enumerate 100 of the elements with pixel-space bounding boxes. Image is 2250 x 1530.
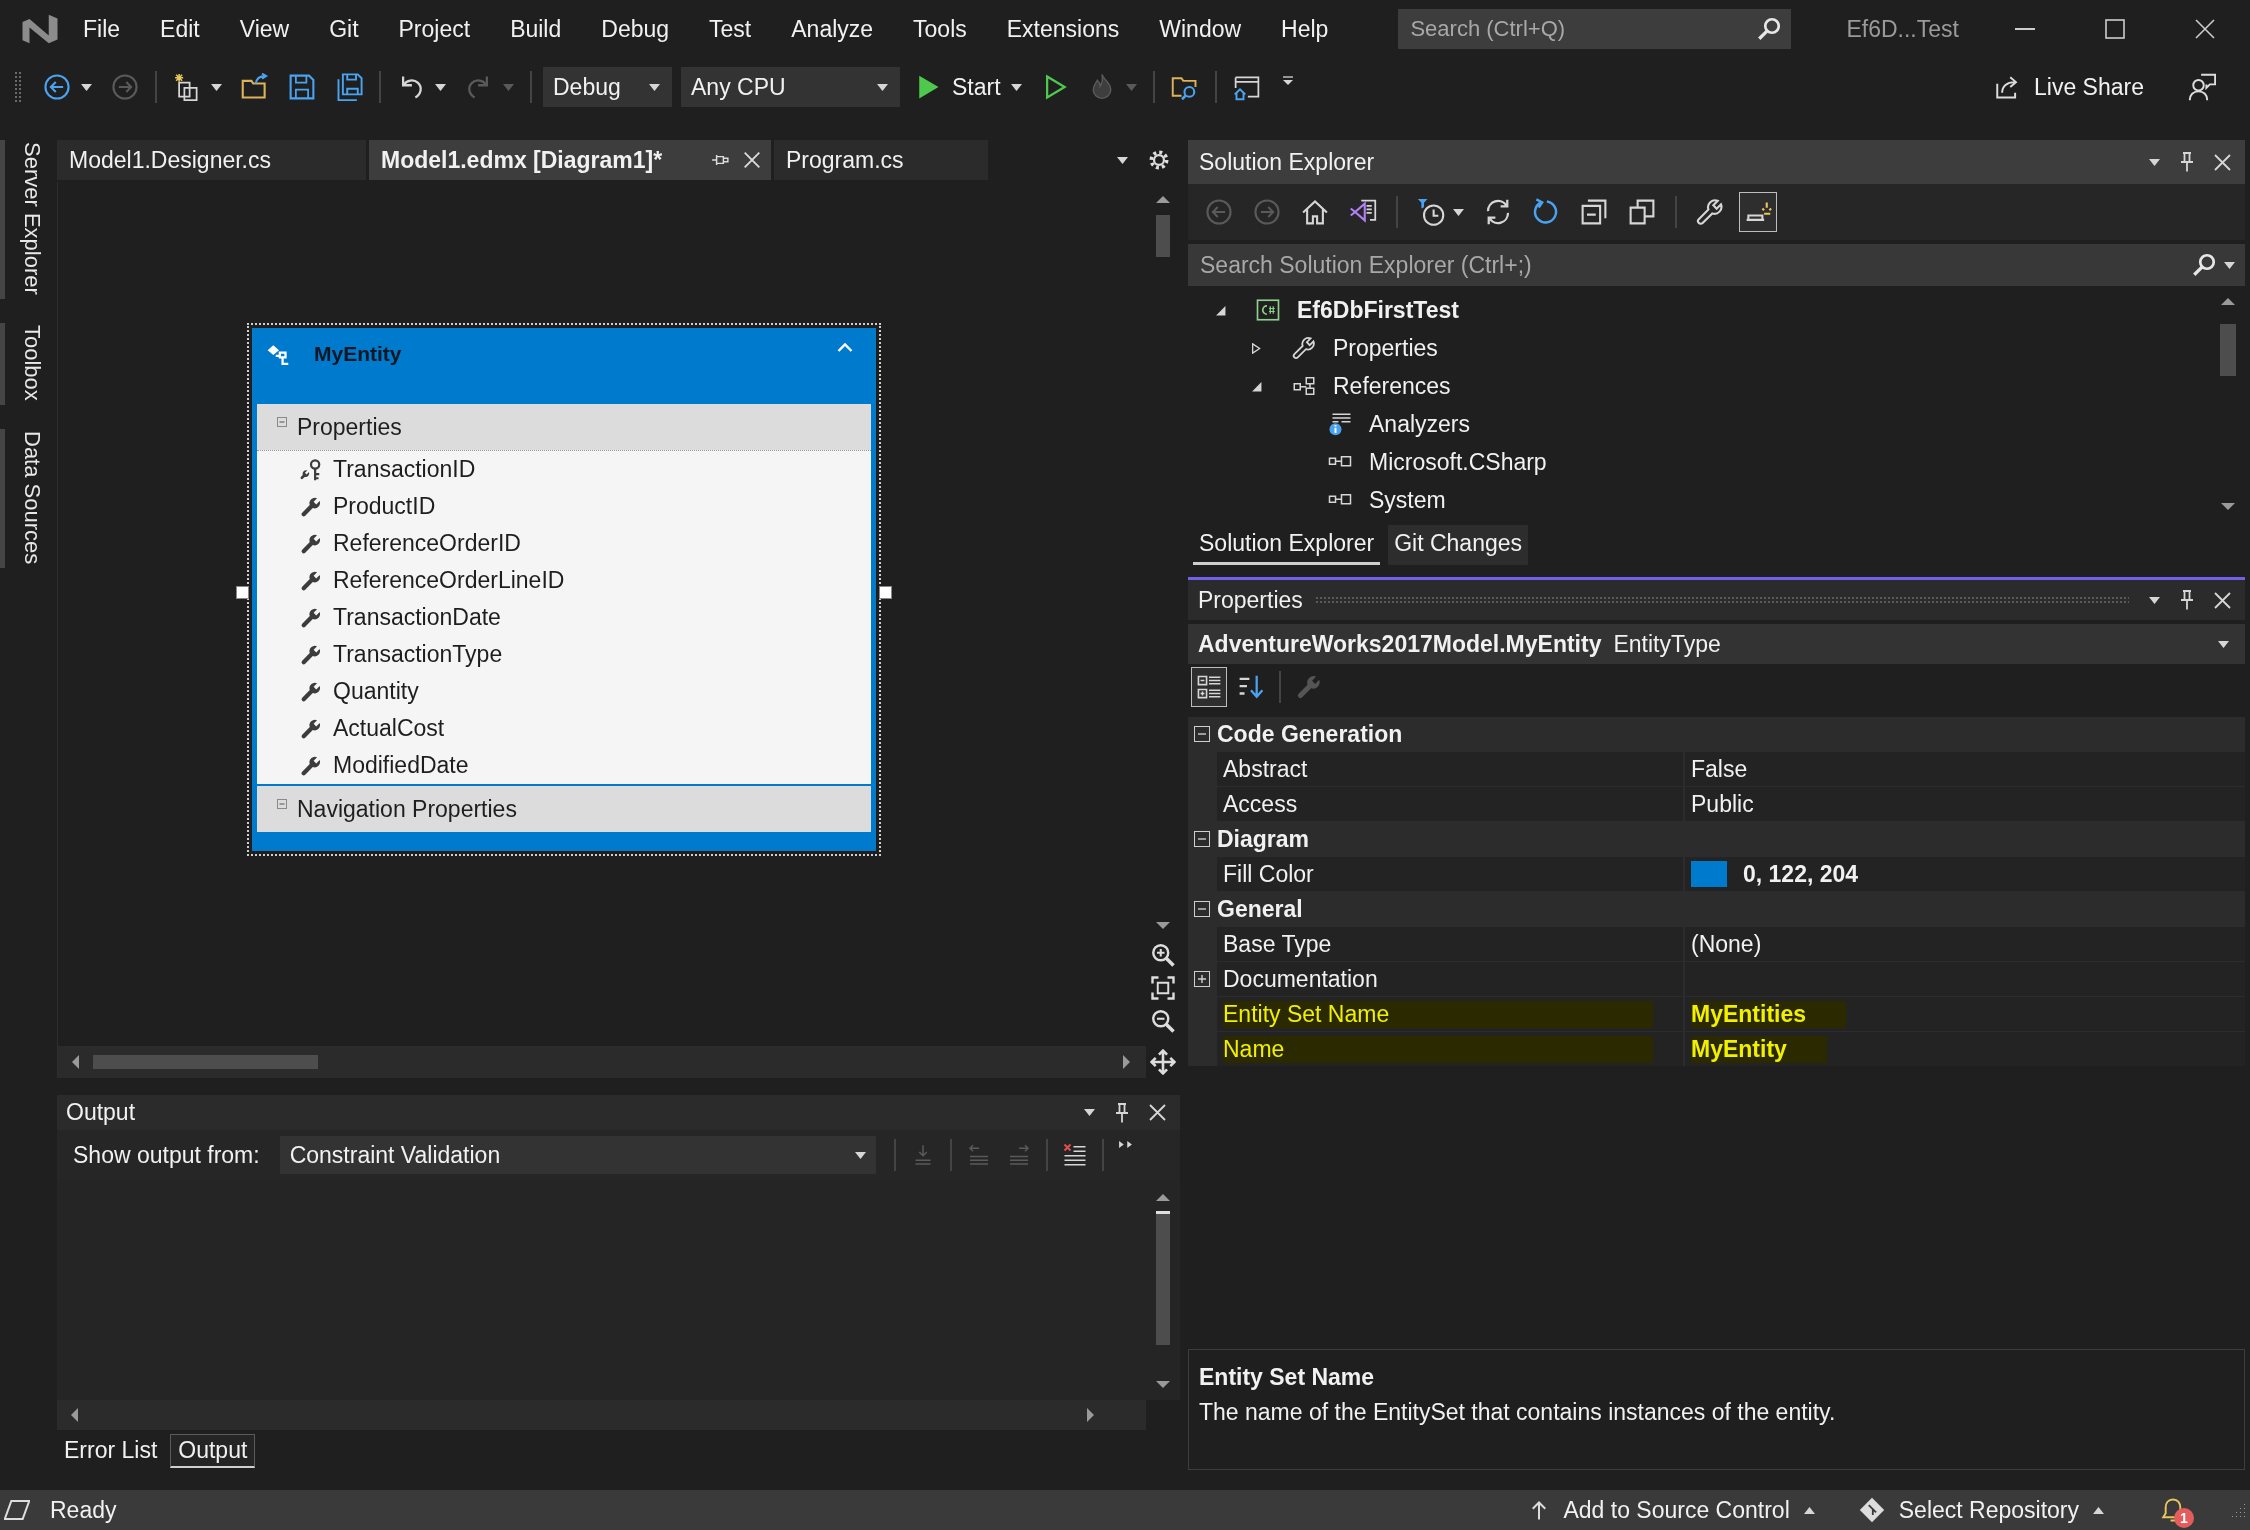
- side-tab[interactable]: Toolbox: [0, 322, 50, 405]
- scroll-left-arrow-icon[interactable]: [71, 1408, 78, 1422]
- scroll-down-arrow-icon[interactable]: [2221, 503, 2235, 510]
- pin-button[interactable]: [2180, 152, 2194, 172]
- toolbar-dropdown[interactable]: Debug: [543, 67, 672, 107]
- menu-item[interactable]: Test: [689, 9, 772, 49]
- repository-button[interactable]: Select Repository: [1858, 1490, 2104, 1530]
- property-value[interactable]: False: [1685, 752, 2245, 786]
- menu-item[interactable]: Extensions: [986, 9, 1140, 49]
- property-name[interactable]: Fill Color: [1217, 857, 1683, 891]
- scroll-down-arrow-icon[interactable]: [1156, 922, 1170, 929]
- scroll-thumb[interactable]: [93, 1055, 318, 1069]
- close-button[interactable]: [2214, 591, 2231, 609]
- menu-item[interactable]: Git: [309, 9, 379, 49]
- window-menu-button[interactable]: [2149, 158, 2160, 166]
- side-tab[interactable]: Data Sources: [0, 428, 50, 568]
- scroll-thumb[interactable]: [2220, 324, 2236, 376]
- entity-property[interactable]: ActualCost: [333, 715, 445, 742]
- start-button[interactable]: Start: [909, 67, 1027, 107]
- panel-tab[interactable]: Error List: [57, 1434, 165, 1468]
- panel-tab[interactable]: Git Changes: [1388, 525, 1528, 565]
- panel-tab[interactable]: Solution Explorer: [1193, 525, 1381, 565]
- menu-item[interactable]: View: [219, 9, 310, 49]
- tree-item[interactable]: Ef6DbFirstTest: [1297, 296, 1459, 324]
- entity-property[interactable]: ReferenceOrderID: [333, 530, 521, 557]
- entity-property[interactable]: ModifiedDate: [333, 752, 469, 779]
- horizontal-scrollbar[interactable]: [58, 1046, 1146, 1078]
- close-button[interactable]: [2214, 153, 2231, 171]
- close-button[interactable]: [1149, 1104, 1166, 1121]
- collapse-box-icon[interactable]: [1193, 831, 1210, 847]
- pin-button[interactable]: [1115, 1102, 1129, 1123]
- close-tab-button[interactable]: [743, 151, 761, 169]
- property-value[interactable]: 0, 122, 204: [1685, 857, 2245, 891]
- scroll-right-arrow-icon[interactable]: [1087, 1408, 1094, 1422]
- scroll-up-arrow-icon[interactable]: [2221, 298, 2235, 305]
- property-name[interactable]: Access: [1217, 787, 1683, 821]
- property-value[interactable]: MyEntity: [1685, 1032, 2245, 1066]
- object-selector[interactable]: AdventureWorks2017Model.MyEntity EntityType: [1188, 624, 2245, 664]
- entity-property[interactable]: Quantity: [333, 678, 419, 705]
- collapse-box-icon[interactable]: [1193, 901, 1210, 917]
- toolbar-dropdown[interactable]: Any CPU: [681, 67, 900, 107]
- expand-box-icon[interactable]: [1193, 971, 1210, 987]
- toolbar-grip[interactable]: [14, 71, 22, 103]
- window-menu-button[interactable]: [2149, 596, 2160, 604]
- scroll-thumb[interactable]: [1156, 215, 1170, 257]
- menu-item[interactable]: Edit: [140, 9, 220, 49]
- scroll-right-arrow-icon[interactable]: [1123, 1055, 1130, 1069]
- window-menu-button[interactable]: [1084, 1109, 1095, 1116]
- expanded-arrow-icon[interactable]: [1250, 380, 1262, 392]
- tree-item[interactable]: Analyzers: [1369, 410, 1470, 438]
- scroll-thumb[interactable]: [1156, 1211, 1170, 1345]
- pin-button[interactable]: [2180, 590, 2194, 610]
- menu-item[interactable]: Window: [1139, 9, 1262, 49]
- zoom-to-fit-button[interactable]: [1151, 976, 1175, 1000]
- property-value[interactable]: (None): [1685, 927, 2245, 961]
- property-name[interactable]: Entity Set Name: [1217, 997, 1683, 1031]
- document-tab[interactable]: Model1.Designer.cs: [57, 140, 366, 180]
- entity-shape[interactable]: MyEntity Properties TransactionID ProductID ReferenceOrderID ReferenceOrderLineID TransactionDate TransactionType Quantity ActualCost ModifiedDate Navigation Properties: [252, 328, 876, 851]
- entity-property[interactable]: ProductID: [333, 493, 436, 520]
- tree-item[interactable]: Properties: [1333, 334, 1438, 362]
- document-tab[interactable]: Model1.edmx [Diagram1]*: [369, 140, 771, 180]
- property-name[interactable]: Abstract: [1217, 752, 1683, 786]
- property-name[interactable]: Base Type: [1217, 927, 1683, 961]
- entity-property[interactable]: TransactionType: [333, 641, 503, 668]
- tree-item[interactable]: System: [1369, 486, 1446, 514]
- tree-item[interactable]: References: [1333, 372, 1451, 400]
- menu-item[interactable]: Project: [378, 9, 491, 49]
- scroll-down-arrow-icon[interactable]: [1156, 1381, 1170, 1388]
- collapse-box-icon[interactable]: [1193, 726, 1210, 742]
- document-tab[interactable]: Program.cs: [774, 140, 988, 180]
- entity-property[interactable]: TransactionID: [333, 456, 476, 483]
- menu-item[interactable]: Build: [490, 9, 582, 49]
- property-name[interactable]: Documentation: [1217, 962, 1683, 996]
- resize-handle[interactable]: [879, 586, 892, 599]
- entity-property[interactable]: ReferenceOrderLineID: [333, 567, 565, 594]
- preview-button[interactable]: [1739, 192, 1777, 232]
- categorized-button[interactable]: [1191, 667, 1227, 707]
- settings-button[interactable]: [1148, 149, 1170, 171]
- scroll-up-arrow-icon[interactable]: [1156, 196, 1170, 203]
- scroll-up-arrow-icon[interactable]: [1156, 1194, 1170, 1201]
- expanded-arrow-icon[interactable]: [1214, 304, 1226, 316]
- menu-item[interactable]: Debug: [581, 9, 690, 49]
- side-tab[interactable]: Server Explorer: [0, 140, 50, 299]
- entity-property[interactable]: TransactionDate: [333, 604, 501, 631]
- source-control-button[interactable]: Add to Source Control: [1529, 1490, 1815, 1530]
- menu-item[interactable]: File: [63, 9, 141, 49]
- collapsed-arrow-icon[interactable]: [1250, 342, 1262, 354]
- output-source-dropdown[interactable]: Constraint Validation: [279, 1136, 876, 1174]
- property-name[interactable]: Name: [1217, 1032, 1683, 1066]
- menu-item[interactable]: Analyze: [771, 9, 894, 49]
- panel-tab[interactable]: Output: [170, 1434, 256, 1468]
- scroll-left-arrow-icon[interactable]: [72, 1055, 79, 1069]
- tab-list-button[interactable]: [1117, 156, 1128, 164]
- zoom-in-button[interactable]: [1151, 943, 1175, 967]
- tree-item[interactable]: Microsoft.CSharp: [1369, 448, 1547, 476]
- resize-handle[interactable]: [236, 586, 249, 599]
- feedback-button[interactable]: [2188, 73, 2216, 101]
- menu-item[interactable]: Tools: [893, 9, 987, 49]
- menu-item[interactable]: Help: [1261, 9, 1349, 49]
- search-field[interactable]: Search (Ctrl+Q): [1398, 9, 1792, 49]
